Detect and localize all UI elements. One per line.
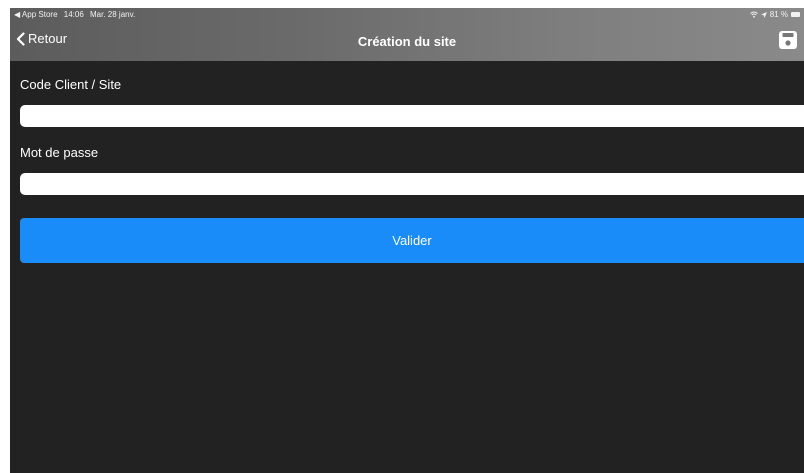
status-right: 81 % [749,10,800,19]
battery-icon [791,12,800,17]
status-bar: ◀ App Store 14:06 Mar. 28 janv. 81 % [10,8,804,22]
password-input[interactable] [20,173,804,195]
password-label: Mot de passe [20,145,99,160]
header: ◀ App Store 14:06 Mar. 28 janv. 81 % Ret… [10,8,804,61]
page-title: Création du site [357,34,457,49]
validate-button[interactable]: Valider [20,218,804,263]
location-arrow-icon [760,11,767,18]
nav-bar: Retour Création du site [10,22,804,61]
status-left: ◀ App Store 14:06 Mar. 28 janv. [14,10,139,19]
client-code-label: Code Client / Site [20,77,122,92]
validate-button-label: Valider [392,233,432,248]
status-date: Mar. 28 janv. [90,10,136,19]
client-code-input[interactable] [20,105,804,127]
battery-percent: 81 % [769,10,788,19]
floppy-disk-icon[interactable] [778,30,798,50]
wifi-icon [749,11,758,18]
app-window: ◀ App Store 14:06 Mar. 28 janv. 81 % Ret… [10,8,804,473]
back-to-app-link[interactable]: ◀ App Store [14,10,58,19]
status-time: 14:06 [63,10,84,19]
